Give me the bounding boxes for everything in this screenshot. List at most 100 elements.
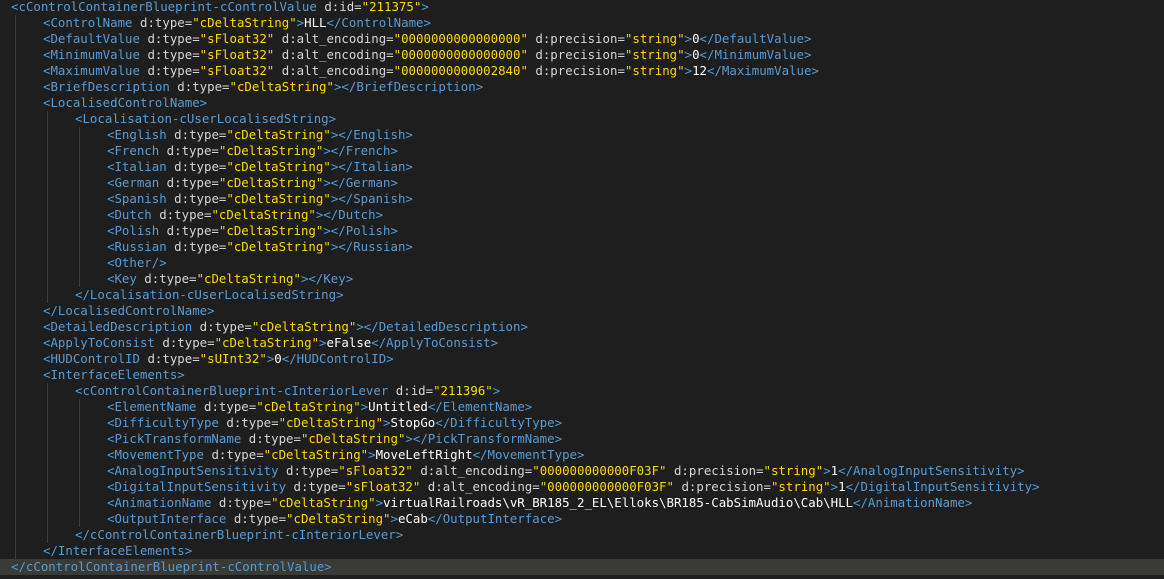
code-line[interactable]: </Localisation-cUserLocalisedString> <box>0 287 1164 303</box>
code-line[interactable]: <AnimationName d:type="cDeltaString">vir… <box>0 495 1164 511</box>
indent-guide <box>15 63 16 79</box>
xml-attribute-value-token: "sFloat32" <box>199 31 275 46</box>
indent-guide <box>47 271 48 287</box>
xml-attribute-value-token: "cDeltaString" <box>211 207 316 222</box>
indent-guide <box>47 175 48 191</box>
code-line[interactable]: <English d:type="cDeltaString"></English… <box>0 127 1164 143</box>
xml-attribute-token: d:precision= <box>527 31 625 46</box>
code-line[interactable]: <Key d:type="cDeltaString"></Key> <box>0 271 1164 287</box>
code-line[interactable]: <Polish d:type="cDeltaString"></Polish> <box>0 223 1164 239</box>
indent-guide <box>47 191 48 207</box>
xml-tag-token: > <box>684 47 693 62</box>
code-line[interactable]: <cControlContainerBlueprint-cControlValu… <box>0 0 1164 15</box>
indent-guide <box>47 479 48 495</box>
indent-guide <box>79 175 80 191</box>
xml-attribute-token: d:type= <box>166 239 227 254</box>
xml-tag-token: <PickTransformName <box>107 431 242 446</box>
xml-tag-token: ></Polish> <box>323 223 398 238</box>
xml-text-token: 0 <box>692 47 700 62</box>
xml-tag-token: </cControlContainerBlueprint-cInteriorLe… <box>75 527 404 542</box>
xml-attribute-value-token: "cDeltaString" <box>256 399 361 414</box>
xml-attribute-value-token: "000000000000F03F" <box>532 463 667 478</box>
xml-tag-token: > <box>296 15 305 30</box>
code-line[interactable]: </LocalisedControlName> <box>0 303 1164 319</box>
xml-tag-token: <ApplyToConsist <box>43 335 155 350</box>
xml-attribute-token: d:alt_encoding= <box>412 463 533 478</box>
code-line[interactable]: </InterfaceElements> <box>0 543 1164 559</box>
indent-guide <box>47 255 48 271</box>
xml-tag-token: </MaximumValue> <box>706 63 819 78</box>
indent-guide <box>15 495 16 511</box>
xml-tag-token: ></BriefDescription> <box>333 79 484 94</box>
code-line[interactable]: <ControlName d:type="cDeltaString">HLL</… <box>0 15 1164 31</box>
xml-tag-token: <English <box>107 127 167 142</box>
code-line[interactable]: <DigitalInputSensitivity d:type="sFloat3… <box>0 479 1164 495</box>
code-line[interactable]: <Spanish d:type="cDeltaString"></Spanish… <box>0 191 1164 207</box>
xml-tag-token: <MovementType <box>107 447 204 462</box>
indent-guide <box>79 159 80 175</box>
code-line[interactable]: <MovementType d:type="cDeltaString">Move… <box>0 447 1164 463</box>
code-line[interactable]: <Russian d:type="cDeltaString"></Russian… <box>0 239 1164 255</box>
code-line[interactable]: <PickTransformName d:type="cDeltaString"… <box>0 431 1164 447</box>
xml-attribute-token: d:type= <box>159 175 219 190</box>
code-line[interactable]: <ElementName d:type="cDeltaString">Untit… <box>0 399 1164 415</box>
xml-tag-token: <ControlName <box>43 15 133 30</box>
code-line[interactable]: <OutputInterface d:type="cDeltaString">e… <box>0 511 1164 527</box>
code-line[interactable]: <German d:type="cDeltaString"></German> <box>0 175 1164 191</box>
xml-tag-token: <Dutch <box>107 207 152 222</box>
indent-guide <box>79 399 80 415</box>
code-line[interactable]: </cControlContainerBlueprint-cInteriorLe… <box>0 527 1164 543</box>
xml-attribute-token: d:alt_encoding= <box>274 63 394 78</box>
xml-attribute-value-token: "cDeltaString" <box>218 143 324 158</box>
xml-attribute-value-token: "sFloat32" <box>199 63 275 78</box>
xml-attribute-token: d:type= <box>203 447 264 462</box>
xml-tag-token: > <box>383 415 391 430</box>
code-line[interactable]: <AnalogInputSensitivity d:type="sFloat32… <box>0 463 1164 479</box>
code-line[interactable]: <DifficultyType d:type="cDeltaString">St… <box>0 415 1164 431</box>
code-line[interactable]: <Localisation-cUserLocalisedString> <box>0 111 1164 127</box>
code-line[interactable]: <HUDControlID d:type="sUInt32">0</HUDCon… <box>0 351 1164 367</box>
indent-guide <box>47 383 48 399</box>
xml-tag-token: <AnalogInputSensitivity <box>107 463 279 478</box>
code-line[interactable]: <DetailedDescription d:type="cDeltaStrin… <box>0 319 1164 335</box>
code-line[interactable]: <DefaultValue d:type="sFloat32" d:alt_en… <box>0 31 1164 47</box>
indent-guide <box>15 511 16 527</box>
xml-tag-token: <OutputInterface <box>107 511 227 526</box>
indent-guide <box>15 207 16 223</box>
code-line[interactable]: <MinimumValue d:type="sFloat32" d:alt_en… <box>0 47 1164 63</box>
code-line[interactable]: <LocalisedControlName> <box>0 95 1164 111</box>
code-line[interactable]: <Dutch d:type="cDeltaString"></Dutch> <box>0 207 1164 223</box>
code-line[interactable]: <InterfaceElements> <box>0 367 1164 383</box>
code-line[interactable]: <Italian d:type="cDeltaString"></Italian… <box>0 159 1164 175</box>
xml-attribute-token: d:alt_encoding= <box>274 31 394 46</box>
code-line[interactable]: <Other/> <box>0 255 1164 271</box>
indent-guide <box>79 223 80 239</box>
xml-tag-token: > <box>421 0 429 14</box>
xml-attribute-token: d:type= <box>132 15 193 30</box>
indent-guide <box>79 271 80 287</box>
indent-guide <box>15 527 16 543</box>
xml-attribute-value-token: "cDeltaString" <box>251 319 357 334</box>
code-line[interactable]: <cControlContainerBlueprint-cInteriorLev… <box>0 383 1164 399</box>
xml-text-token: virtualRailroads\vR_BR185_2_EL\Elloks\BR… <box>383 495 853 510</box>
indent-guide <box>15 47 16 63</box>
xml-attribute-value-token: "cDeltaString" <box>229 79 334 94</box>
indent-guide <box>47 399 48 415</box>
xml-attribute-token: d:type= <box>139 351 200 366</box>
xml-text-token: eCab <box>397 511 428 526</box>
xml-tag-token: </AnalogInputSensitivity> <box>838 463 1025 478</box>
xml-attribute-token: d:type= <box>139 31 200 46</box>
indent-guide <box>47 159 48 175</box>
xml-attribute-value-token: "cDeltaString" <box>196 271 301 286</box>
code-line[interactable]: <BriefDescription d:type="cDeltaString">… <box>0 79 1164 95</box>
code-line[interactable]: <ApplyToConsist d:type="cDeltaString">eF… <box>0 335 1164 351</box>
xml-code-editor[interactable]: <cControlContainerBlueprint-cControlValu… <box>0 0 1164 579</box>
xml-attribute-value-token: "0000000000000000" <box>393 31 528 46</box>
indent-guide <box>15 335 16 351</box>
xml-tag-token: > <box>319 335 327 350</box>
xml-attribute-value-token: "sFloat32" <box>338 463 413 478</box>
xml-tag-token: </ControlName> <box>326 15 431 30</box>
code-line[interactable]: <French d:type="cDeltaString"></French> <box>0 143 1164 159</box>
code-line[interactable]: <MaximumValue d:type="sFloat32" d:alt_en… <box>0 63 1164 79</box>
code-line[interactable]: </cControlContainerBlueprint-cControlVal… <box>0 559 1164 575</box>
